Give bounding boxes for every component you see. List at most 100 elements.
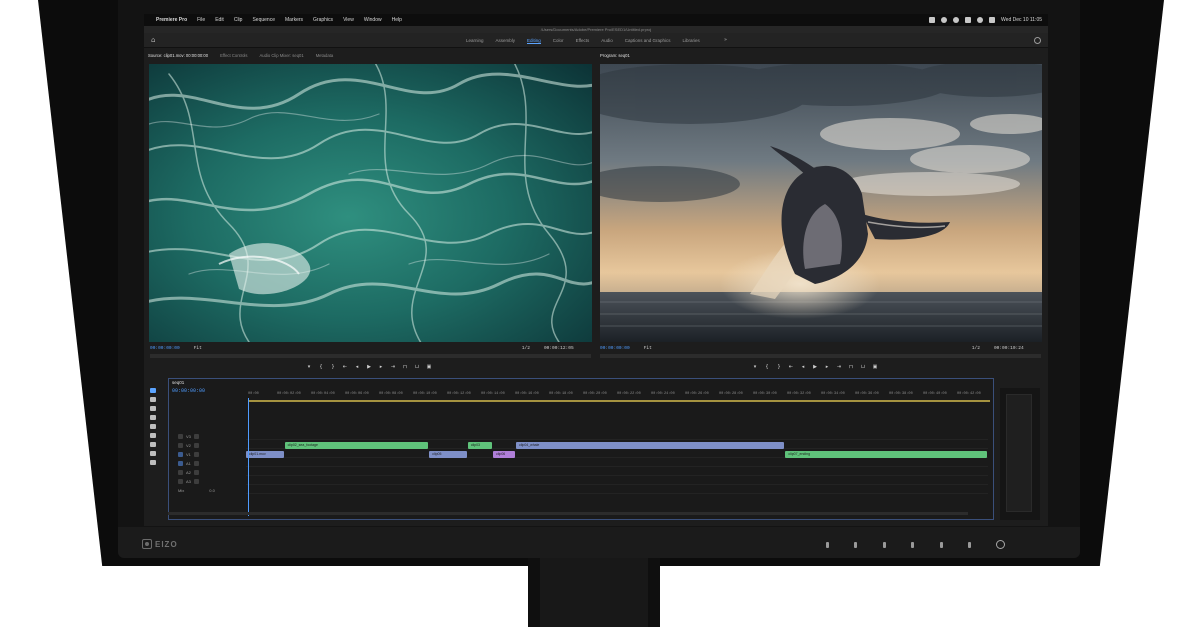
timeline-clip[interactable]: clip07_ending	[785, 451, 987, 458]
menu-markers[interactable]: Markers	[285, 17, 303, 23]
mark-in-icon[interactable]: {	[764, 364, 770, 370]
mute-icon[interactable]	[193, 461, 199, 466]
mark-out-icon[interactable]: }	[330, 364, 336, 370]
lock-icon[interactable]	[178, 434, 183, 439]
workspace-color[interactable]: Color	[553, 38, 564, 43]
tab-program[interactable]: Program: seq01	[600, 53, 630, 58]
menu-sequence[interactable]: Sequence	[252, 17, 275, 23]
go-to-in-icon[interactable]: ⇤	[342, 364, 348, 370]
track-lane[interactable]	[246, 477, 988, 485]
eye-icon[interactable]	[193, 443, 199, 448]
playhead[interactable]	[248, 398, 249, 516]
lock-icon[interactable]	[178, 470, 183, 475]
monitor-button-2[interactable]	[854, 542, 857, 548]
monitor-button-6[interactable]	[968, 542, 971, 548]
tab-source[interactable]: Source: clip01.mov: 00:00:00:00	[148, 53, 208, 58]
tab-effect-controls[interactable]: Effect Controls	[220, 53, 247, 58]
monitor-button-4[interactable]	[911, 542, 914, 548]
menu-graphics[interactable]: Graphics	[313, 17, 333, 23]
go-to-out-icon[interactable]: ⇥	[390, 364, 396, 370]
battery-icon[interactable]	[989, 17, 996, 23]
timeline-clip[interactable]: clip05	[429, 451, 467, 458]
menu-file[interactable]: File	[197, 17, 205, 23]
status-icon-4[interactable]	[965, 17, 972, 23]
step-forward-icon[interactable]: ▸	[378, 364, 384, 370]
lock-icon[interactable]	[178, 479, 183, 484]
quick-export-icon[interactable]	[1034, 37, 1041, 44]
sequence-tab[interactable]: seq01	[172, 380, 184, 385]
menu-window[interactable]: Window	[364, 17, 382, 23]
menu-help[interactable]: Help	[392, 17, 402, 23]
program-scrubber[interactable]	[600, 354, 1041, 358]
timeline-clip[interactable]: clip03	[467, 442, 493, 449]
source-fit-select[interactable]: Fit	[194, 346, 202, 351]
power-button[interactable]	[996, 540, 1005, 549]
go-to-out-icon[interactable]: ⇥	[836, 364, 842, 370]
time-ruler[interactable]: 00:00 00:00:02:00 00:00:04:00 00:00:06:0…	[248, 392, 990, 400]
menu-view[interactable]: View	[343, 17, 354, 23]
menu-edit[interactable]: Edit	[215, 17, 224, 23]
timeline-clip[interactable]: clip04_whale	[516, 442, 785, 449]
workspace-captions-graphics[interactable]: Captions and Graphics	[625, 38, 671, 43]
razor-tool-icon[interactable]	[150, 415, 156, 420]
step-back-icon[interactable]: ◂	[800, 364, 806, 370]
monitor-button-5[interactable]	[940, 542, 943, 548]
insert-icon[interactable]: ⊓	[402, 364, 408, 370]
overwrite-icon[interactable]: ⊔	[414, 364, 420, 370]
step-forward-icon[interactable]: ▸	[824, 364, 830, 370]
lock-icon[interactable]	[178, 443, 183, 448]
home-icon[interactable]: ⌂	[151, 37, 158, 44]
eye-icon[interactable]	[193, 434, 199, 439]
ripple-edit-tool-icon[interactable]	[150, 406, 156, 411]
source-video-frame[interactable]	[149, 64, 592, 342]
workspace-libraries[interactable]: Libraries	[683, 38, 700, 43]
status-icon-2[interactable]	[941, 17, 948, 23]
status-icon-1[interactable]	[929, 17, 936, 23]
track-lane[interactable]	[246, 432, 988, 440]
track-lane[interactable]	[246, 486, 988, 494]
workspace-overflow-icon[interactable]: »	[724, 37, 727, 43]
menu-clip[interactable]: Clip	[234, 17, 243, 23]
timeline-clip[interactable]: clip01.mov	[246, 451, 284, 458]
slip-tool-icon[interactable]	[150, 424, 156, 429]
app-menu[interactable]: Premiere Pro	[156, 17, 187, 23]
go-to-in-icon[interactable]: ⇤	[788, 364, 794, 370]
add-marker-icon[interactable]: ▾	[306, 364, 312, 370]
tab-audio-clip-mixer[interactable]: Audio Clip Mixer: seq01	[259, 53, 303, 58]
export-frame-icon[interactable]: ▣	[872, 364, 878, 370]
wifi-icon[interactable]	[977, 17, 984, 23]
track-lane[interactable]	[246, 459, 988, 467]
workspace-assembly[interactable]: Assembly	[496, 38, 516, 43]
program-fit-select[interactable]: Fit	[644, 346, 652, 351]
hand-tool-icon[interactable]	[150, 451, 156, 456]
mute-icon[interactable]	[193, 479, 199, 484]
timeline-scrollbar[interactable]	[168, 512, 968, 515]
mute-icon[interactable]	[193, 470, 199, 475]
tab-metadata[interactable]: Metadata	[316, 53, 333, 58]
step-back-icon[interactable]: ◂	[354, 364, 360, 370]
add-marker-icon[interactable]: ▾	[752, 364, 758, 370]
export-frame-icon[interactable]: ▣	[426, 364, 432, 370]
lock-icon[interactable]	[178, 461, 183, 466]
track-lane[interactable]	[246, 468, 988, 476]
source-timecode[interactable]: 00:00:00:00	[150, 346, 180, 351]
mark-in-icon[interactable]: {	[318, 364, 324, 370]
mix-value[interactable]: 0.0	[209, 488, 215, 493]
work-area-bar[interactable]	[248, 400, 990, 402]
lock-icon[interactable]	[178, 452, 183, 457]
mark-out-icon[interactable]: }	[776, 364, 782, 370]
extract-icon[interactable]: ⊔	[860, 364, 866, 370]
selection-tool-icon[interactable]	[150, 388, 156, 393]
lift-icon[interactable]: ⊓	[848, 364, 854, 370]
eye-icon[interactable]	[193, 452, 199, 457]
timeline-clip[interactable]: clip02_sea_footage	[284, 442, 429, 449]
workspace-learning[interactable]: Learning	[466, 38, 484, 43]
source-resolution-select[interactable]: 1/2	[522, 346, 530, 351]
program-video-frame[interactable]	[600, 64, 1042, 342]
status-icon-3[interactable]	[953, 17, 960, 23]
workspace-audio[interactable]: Audio	[601, 38, 613, 43]
rectangle-tool-icon[interactable]	[150, 442, 156, 447]
workspace-editing[interactable]: Editing	[527, 38, 541, 44]
timeline-clip[interactable]: clip06	[493, 451, 516, 458]
program-resolution-select[interactable]: 1/2	[972, 346, 980, 351]
